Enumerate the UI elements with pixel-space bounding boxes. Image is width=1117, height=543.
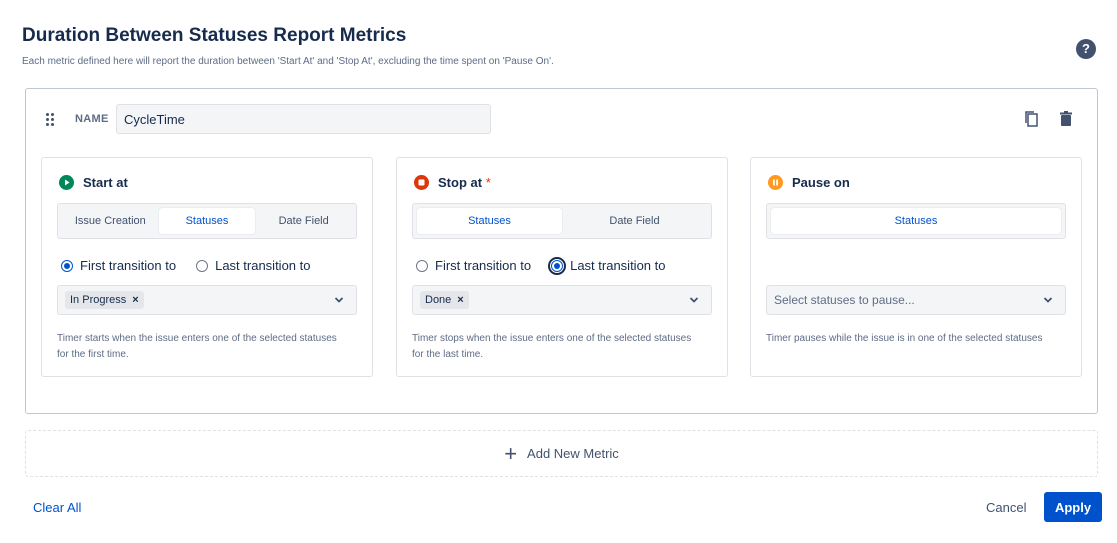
pause-on-title: Pause on [792,175,850,190]
required-marker: * [485,175,491,190]
play-icon [59,175,74,190]
pause-on-helper-text: Timer pauses while the issue is in one o… [766,333,1043,344]
tab-statuses[interactable]: Statuses [158,208,256,234]
tab-date-field[interactable]: Date Field [255,208,352,234]
stop-at-panel: Stop at * Statuses Date Field First tran… [396,157,728,377]
pause-on-source-tabs: Statuses [766,203,1066,239]
pause-icon [768,175,783,190]
tab-statuses[interactable]: Statuses [771,208,1061,234]
chevron-down-icon [689,297,699,303]
remove-chip-icon[interactable]: × [132,294,138,306]
drag-handle-icon[interactable] [46,113,56,127]
stop-icon [414,175,429,190]
help-icon[interactable]: ? [1076,39,1096,59]
start-at-panel: Start at Issue Creation Statuses Date Fi… [41,157,373,377]
page-title: Duration Between Statuses Report Metrics [22,25,407,46]
cancel-button[interactable]: Cancel [986,500,1026,515]
stop-at-helper-text: Timer stops when the issue enters one of… [412,333,692,360]
apply-button[interactable]: Apply [1044,492,1102,522]
remove-chip-icon[interactable]: × [457,294,463,306]
metric-card: NAME Start at Issue Creation Statuses Da… [25,88,1098,414]
radio-button[interactable] [416,259,428,272]
radio-button[interactable] [196,259,209,272]
start-at-helper-text: Timer starts when the issue enters one o… [57,333,337,360]
start-statuses-select[interactable]: In Progress × [57,285,357,315]
radio-button[interactable] [548,256,567,275]
radio-button[interactable] [61,259,73,272]
select-placeholder: Select statuses to pause... [774,293,915,307]
trash-icon[interactable] [1056,109,1076,129]
chevron-down-icon [334,297,344,303]
start-at-source-tabs: Issue Creation Statuses Date Field [57,203,357,239]
radio-first-transition[interactable]: First transition to [416,258,531,273]
plus-icon: + [504,440,518,466]
radio-last-transition[interactable]: Last transition to [548,256,665,275]
metric-name-input[interactable] [116,104,491,134]
tab-issue-creation[interactable]: Issue Creation [62,208,159,234]
tab-date-field[interactable]: Date Field [562,208,707,234]
page-subtitle: Each metric defined here will report the… [22,56,554,67]
tab-statuses[interactable]: Statuses [417,208,562,234]
status-chip: Done × [420,291,469,309]
radio-last-transition[interactable]: Last transition to [196,258,310,273]
name-label: NAME [75,113,109,125]
clear-all-button[interactable]: Clear All [33,500,81,515]
copy-icon[interactable] [1022,109,1042,129]
chevron-down-icon [1043,297,1053,303]
stop-at-source-tabs: Statuses Date Field [412,203,712,239]
add-new-metric-button[interactable]: + Add New Metric [25,430,1098,477]
pause-on-panel: Pause on Statuses Select statuses to pau… [750,157,1082,377]
radio-first-transition[interactable]: First transition to [61,258,176,273]
pause-statuses-select[interactable]: Select statuses to pause... [766,285,1066,315]
start-at-title: Start at [83,175,128,190]
stop-at-title: Stop at [438,175,483,190]
stop-statuses-select[interactable]: Done × [412,285,712,315]
status-chip: In Progress × [65,291,144,309]
